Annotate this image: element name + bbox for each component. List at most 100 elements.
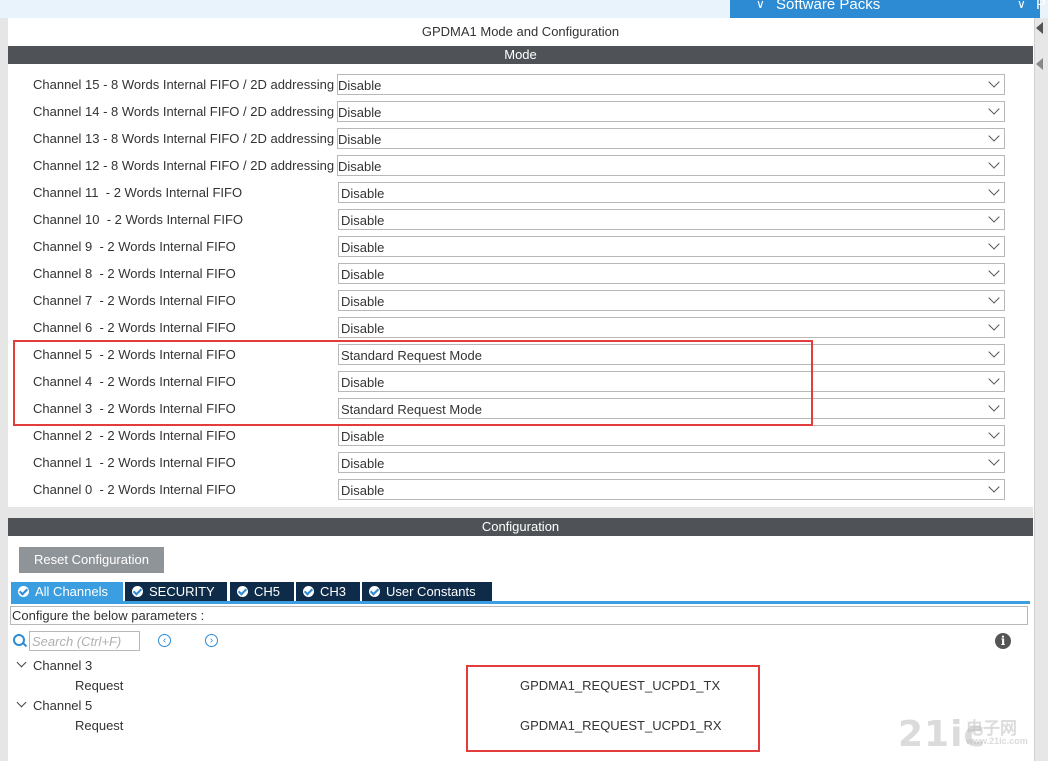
- channel-mode-value: Disable: [341, 267, 385, 282]
- channel-mode-select[interactable]: Disable: [337, 128, 1005, 149]
- chevron-down-icon[interactable]: [988, 346, 1000, 358]
- search-input[interactable]: [29, 631, 140, 651]
- channel-mode-value: Disable: [341, 240, 385, 255]
- check-circle-icon: [18, 586, 29, 597]
- mode-section-header[interactable]: Mode: [8, 46, 1033, 64]
- reset-configuration-button[interactable]: Reset Configuration: [19, 547, 164, 573]
- channel-row: Channel 11 - 2 Words Internal FIFO Disabl…: [33, 182, 1005, 204]
- channel-mode-select[interactable]: Disable: [337, 155, 1005, 176]
- chevron-down-icon[interactable]: [988, 400, 1000, 412]
- chevron-down-icon[interactable]: ∨: [756, 0, 765, 11]
- top-toolbar: ∨ Software Packs ∨ P: [0, 0, 1048, 18]
- channel-row: Channel 2 - 2 Words Internal FIFO Disable: [33, 425, 1005, 447]
- channel-row: Channel 12 - 8 Words Internal FIFO / 2D …: [33, 155, 1005, 177]
- channel-mode-value: Disable: [341, 213, 385, 228]
- chevron-down-icon[interactable]: [988, 184, 1000, 196]
- channel-row: Channel 6 - 2 Words Internal FIFO Disable: [33, 317, 1005, 339]
- channel-label: Channel 6 - 2 Words Internal FIFO: [33, 320, 236, 335]
- highlight-box-channels: [13, 340, 813, 426]
- left-border: [0, 18, 8, 761]
- channel-label: Channel 9 - 2 Words Internal FIFO: [33, 239, 236, 254]
- info-icon[interactable]: i: [995, 633, 1011, 649]
- channel-row: Channel 7 - 2 Words Internal FIFO Disable: [33, 290, 1005, 312]
- previous-result-icon[interactable]: ‹: [158, 634, 171, 647]
- channel-mode-select[interactable]: Disable: [337, 74, 1005, 95]
- tab-all-channels[interactable]: All Channels: [11, 582, 123, 601]
- channel-mode-select[interactable]: Disable: [338, 209, 1005, 230]
- chevron-down-icon[interactable]: [988, 76, 1000, 88]
- channel-mode-value: Disable: [341, 429, 385, 444]
- chevron-down-icon[interactable]: [988, 265, 1000, 277]
- channel-mode-value: Disable: [341, 294, 385, 309]
- channel-mode-value: Disable: [338, 159, 382, 174]
- channel-row: Channel 10 - 2 Words Internal FIFO Disabl…: [33, 209, 1005, 231]
- tab-label: User Constants: [386, 584, 476, 599]
- channel-mode-select[interactable]: Disable: [338, 182, 1005, 203]
- channel-label: Channel 2 - 2 Words Internal FIFO: [33, 428, 236, 443]
- tab-label: All Channels: [35, 584, 108, 599]
- software-packs-label[interactable]: Software Packs: [776, 0, 880, 13]
- check-circle-icon: [237, 586, 248, 597]
- chevron-down-icon[interactable]: [988, 238, 1000, 250]
- chevron-down-icon[interactable]: [988, 427, 1000, 439]
- channel-label: Channel 10 - 2 Words Internal FIFO: [33, 212, 244, 227]
- channel-label: Channel 8 - 2 Words Internal FIFO: [33, 266, 236, 281]
- check-circle-icon: [369, 586, 380, 597]
- channel-mode-select[interactable]: Disable: [338, 236, 1005, 257]
- channel-mode-select[interactable]: Disable: [338, 425, 1005, 446]
- expand-arrow-icon[interactable]: [1036, 58, 1043, 70]
- channel-row: Channel 1 - 2 Words Internal FIFO Disable: [33, 452, 1005, 474]
- check-circle-icon: [303, 586, 314, 597]
- chevron-down-icon[interactable]: [988, 157, 1000, 169]
- channel-mode-value: Disable: [338, 78, 382, 93]
- channel-mode-select[interactable]: Disable: [338, 317, 1005, 338]
- channel-mode-value: Disable: [341, 186, 385, 201]
- channel-row: Channel 13 - 8 Words Internal FIFO / 2D …: [33, 128, 1005, 150]
- tab-label: CH3: [320, 584, 347, 599]
- search-icon: [13, 634, 25, 646]
- collapse-arrow-icon[interactable]: [1036, 22, 1043, 34]
- section-divider: [8, 507, 1033, 518]
- chevron-down-icon[interactable]: [988, 103, 1000, 115]
- chevron-down-icon[interactable]: [16, 657, 27, 668]
- tab-label: SECURITY: [149, 584, 215, 599]
- channel-label: Channel 14 - 8 Words Internal FIFO / 2D …: [33, 104, 335, 119]
- tab-ch3[interactable]: CH3: [296, 582, 360, 601]
- channel-label: Channel 15 - 8 Words Internal FIFO / 2D …: [33, 77, 335, 92]
- channel-mode-select[interactable]: Disable: [337, 101, 1005, 122]
- channel-label: Channel 12 - 8 Words Internal FIFO / 2D …: [33, 158, 335, 173]
- channel-mode-select[interactable]: Disable: [338, 479, 1005, 500]
- tab-security[interactable]: SECURITY: [125, 582, 227, 601]
- channel-mode-select[interactable]: Disable: [338, 263, 1005, 284]
- channel-mode-select[interactable]: Disable: [338, 290, 1005, 311]
- chevron-down-icon[interactable]: [988, 481, 1000, 493]
- chevron-down-icon[interactable]: ∨: [1017, 0, 1026, 11]
- watermark-url: www.21ic.com: [966, 736, 1028, 746]
- chevron-down-icon[interactable]: [988, 319, 1000, 331]
- chevron-down-icon[interactable]: [988, 130, 1000, 142]
- configure-instruction: Configure the below parameters :: [10, 606, 1028, 625]
- channel-mode-value: Disable: [338, 132, 382, 147]
- channel-label: Channel 11 - 2 Words Internal FIFO: [33, 185, 243, 200]
- chevron-down-icon[interactable]: [988, 373, 1000, 385]
- channel-mode-value: Disable: [341, 483, 385, 498]
- tree-group-channel-5[interactable]: Channel 5: [33, 698, 92, 713]
- chevron-down-icon[interactable]: [988, 211, 1000, 223]
- configuration-section-header[interactable]: Configuration: [8, 518, 1033, 536]
- channel-row: Channel 14 - 8 Words Internal FIFO / 2D …: [33, 101, 1005, 123]
- tree-param-request: Request: [75, 678, 124, 693]
- chevron-down-icon[interactable]: [988, 292, 1000, 304]
- tree-group-channel-3[interactable]: Channel 3: [33, 658, 92, 673]
- channel-mode-select[interactable]: Disable: [338, 452, 1005, 473]
- channel-row: Channel 15 - 8 Words Internal FIFO / 2D …: [33, 74, 1005, 96]
- tree-param-request: Request: [75, 718, 124, 733]
- panel-title: GPDMA1 Mode and Configuration: [421, 24, 620, 39]
- tab-user-constants[interactable]: User Constants: [362, 582, 492, 601]
- right-scrollbar[interactable]: [1034, 18, 1048, 761]
- tab-ch5[interactable]: CH5: [230, 582, 294, 601]
- next-result-icon[interactable]: ›: [205, 634, 218, 647]
- chevron-down-icon[interactable]: [988, 454, 1000, 466]
- pinout-menu-label[interactable]: P: [1036, 0, 1046, 13]
- channel-mode-value: Disable: [338, 105, 382, 120]
- chevron-down-icon[interactable]: [16, 697, 27, 708]
